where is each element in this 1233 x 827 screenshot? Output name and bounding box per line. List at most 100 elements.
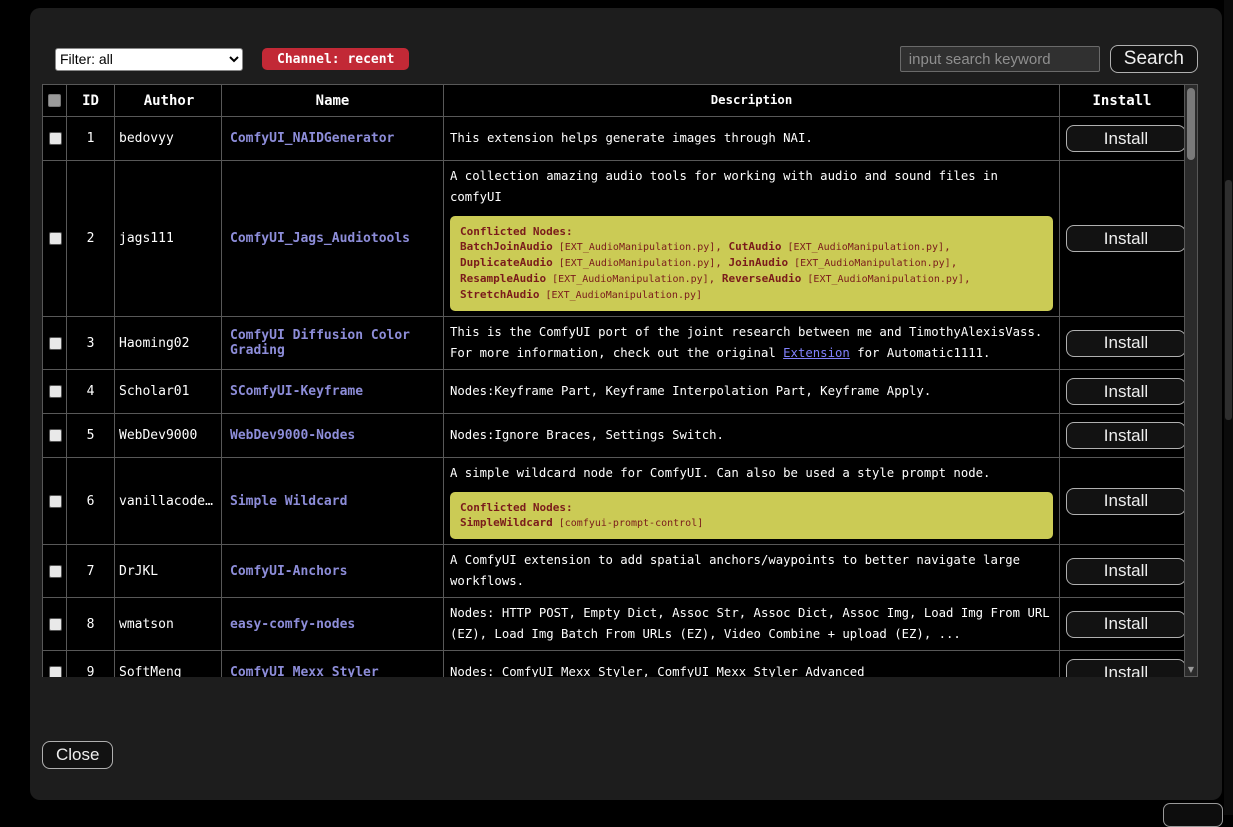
extension-name-link[interactable]: easy-comfy-nodes [230,617,355,632]
row-checkbox[interactable] [49,666,62,677]
row-install-cell: Install [1060,458,1185,545]
conflict-title: Conflicted Nodes: [460,500,1043,515]
row-author: Scholar01 [115,370,222,414]
row-select-cell [43,370,67,414]
row-author: SoftMeng [115,651,222,678]
row-install-cell: Install [1060,317,1185,370]
extension-name-link[interactable]: WebDev9000-Nodes [230,428,355,443]
row-name-cell: Simple Wildcard [222,458,444,545]
extension-name-link[interactable]: ComfyUI_Mexx_Styler [230,665,379,677]
table-row: 3Haoming02ComfyUI Diffusion Color Gradin… [43,317,1185,370]
extension-name-link[interactable]: Simple Wildcard [230,494,347,509]
install-button[interactable]: Install [1066,659,1186,677]
row-checkbox[interactable] [49,565,62,578]
row-select-cell [43,117,67,161]
row-name-cell: ComfyUI Diffusion Color Grading [222,317,444,370]
install-button[interactable]: Install [1066,378,1186,405]
row-checkbox[interactable] [49,618,62,631]
row-checkbox[interactable] [49,232,62,245]
row-author: jags111 [115,161,222,317]
conflict-list: SimpleWildcard [comfyui-prompt-control] [460,515,1043,531]
extension-name-link[interactable]: ComfyUI-Anchors [230,564,347,579]
table-row: 2jags111ComfyUI_Jags_AudiotoolsA collect… [43,161,1185,317]
description-text: A simple wildcard node for ComfyUI. Can … [450,463,1053,484]
close-button[interactable]: Close [42,741,113,769]
extension-name-link[interactable]: SComfyUI-Keyframe [230,384,363,399]
conflict-node-name: ResampleAudio [460,272,546,285]
header-author: Author [115,85,222,117]
install-button[interactable]: Install [1066,558,1186,585]
conflict-node-name: SimpleWildcard [460,516,553,529]
description-text: This is the ComfyUI port of the joint re… [450,322,1053,364]
table-header-row: ID Author Name Description Install [43,85,1185,117]
conflict-node-name: BatchJoinAudio [460,240,553,253]
row-id: 1 [67,117,115,161]
scroll-down-arrow-icon[interactable]: ▼ [1185,665,1197,674]
search-input[interactable] [900,46,1100,72]
description-text: A collection amazing audio tools for wor… [450,166,1053,208]
table-scrollbar-thumb[interactable] [1187,88,1195,160]
page-scrollbar[interactable] [1224,0,1233,815]
row-checkbox[interactable] [49,132,62,145]
description-text: Nodes: ComfyUI Mexx Styler, ComfyUI Mexx… [450,662,1053,677]
table-row: 5WebDev9000WebDev9000-NodesNodes:Ignore … [43,414,1185,458]
install-button[interactable]: Install [1066,488,1186,515]
description-text: Nodes: HTTP POST, Empty Dict, Assoc Str,… [450,603,1053,645]
custom-nodes-manager-dialog: Filter: all Channel: recent Search ID Au… [30,8,1222,800]
row-checkbox[interactable] [49,337,62,350]
row-install-cell: Install [1060,414,1185,458]
table-scrollbar[interactable]: ▼ [1184,84,1198,677]
search-button[interactable]: Search [1110,45,1198,73]
row-install-cell: Install [1060,545,1185,598]
extension-name-link[interactable]: ComfyUI Diffusion Color Grading [230,328,410,358]
extension-name-link[interactable]: ComfyUI_NAIDGenerator [230,131,394,146]
row-name-cell: ComfyUI_NAIDGenerator [222,117,444,161]
filter-dropdown[interactable]: Filter: all [55,48,243,71]
header-description: Description [444,85,1060,117]
row-name-cell: easy-comfy-nodes [222,598,444,651]
description-link[interactable]: Extension [783,346,850,360]
conflict-node-source: [EXT_AudioManipulation.py] [539,290,702,301]
install-button[interactable]: Install [1066,330,1186,357]
conflict-node-source: [EXT_AudioManipulation.py] [801,274,964,285]
row-author: vanillacode… [115,458,222,545]
description-text: Nodes:Keyframe Part, Keyframe Interpolat… [450,381,1053,402]
row-description: This is the ComfyUI port of the joint re… [444,317,1060,370]
row-name-cell: ComfyUI-Anchors [222,545,444,598]
row-description: Nodes: HTTP POST, Empty Dict, Assoc Str,… [444,598,1060,651]
description-text: This extension helps generate images thr… [450,128,1053,149]
row-id: 4 [67,370,115,414]
row-author: wmatson [115,598,222,651]
conflict-node-name: DuplicateAudio [460,256,553,269]
install-button[interactable]: Install [1066,611,1186,638]
bottom-right-partial-button[interactable] [1163,803,1223,827]
page-scrollbar-thumb[interactable] [1225,180,1232,420]
row-install-cell: Install [1060,117,1185,161]
row-id: 7 [67,545,115,598]
row-name-cell: SComfyUI-Keyframe [222,370,444,414]
extension-name-link[interactable]: ComfyUI_Jags_Audiotools [230,231,410,246]
channel-badge[interactable]: Channel: recent [262,48,409,70]
row-description: Nodes: ComfyUI Mexx Styler, ComfyUI Mexx… [444,651,1060,678]
conflict-node-source: [EXT_AudioManipulation.py] [782,242,945,253]
install-button[interactable]: Install [1066,125,1186,152]
select-all-checkbox[interactable] [48,94,61,107]
header-select [43,85,67,117]
row-checkbox[interactable] [49,495,62,508]
row-checkbox[interactable] [49,385,62,398]
install-button[interactable]: Install [1066,225,1186,252]
table-row: 7DrJKLComfyUI-AnchorsA ComfyUI extension… [43,545,1185,598]
install-button[interactable]: Install [1066,422,1186,449]
conflict-warning: Conflicted Nodes:SimpleWildcard [comfyui… [450,492,1053,539]
row-select-cell [43,458,67,545]
row-select-cell [43,161,67,317]
row-select-cell [43,651,67,678]
table-row: 8wmatsoneasy-comfy-nodesNodes: HTTP POST… [43,598,1185,651]
toolbar: Filter: all Channel: recent Search [42,44,1198,74]
row-checkbox[interactable] [49,429,62,442]
conflict-list: BatchJoinAudio [EXT_AudioManipulation.py… [460,239,1043,303]
table-row: 9SoftMengComfyUI_Mexx_StylerNodes: Comfy… [43,651,1185,678]
description-text: A ComfyUI extension to add spatial ancho… [450,550,1053,592]
row-select-cell [43,317,67,370]
row-select-cell [43,545,67,598]
